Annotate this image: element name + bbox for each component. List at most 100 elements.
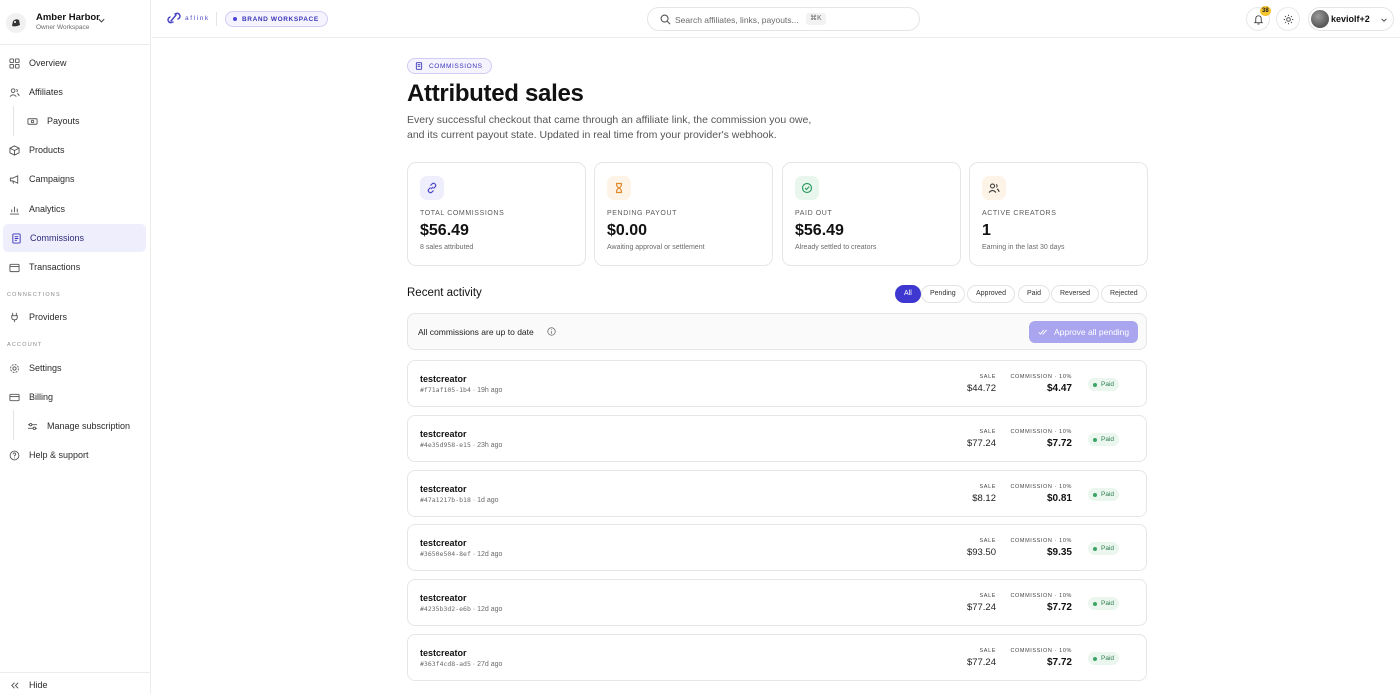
table-row[interactable]: testcreator #f71af105-1b4 · 19h ago SALE $4…	[407, 360, 1147, 407]
sale-value: $77.24	[966, 602, 996, 613]
sale-value: $8.12	[972, 493, 996, 504]
sidebar-item-manage-subscription[interactable]: Manage subscription	[0, 413, 151, 439]
section-title-recent-activity: Recent activity	[407, 287, 482, 299]
section-label-account: ACCOUNT	[7, 342, 43, 348]
stat-value: $56.49	[420, 222, 469, 239]
search-input[interactable]: Search affiliates, links, payouts... ⌘K	[647, 7, 920, 31]
sidebar-item-transactions[interactable]: Transactions	[0, 254, 151, 280]
creator-name: testcreator	[420, 429, 467, 439]
commission-label: COMMISSION · 10%	[1010, 538, 1072, 544]
user-menu[interactable]: keviolf+2	[1308, 7, 1394, 31]
user-name: keviolf+2	[1331, 14, 1370, 24]
theme-toggle-button[interactable]	[1276, 7, 1300, 31]
sidebar-item-providers[interactable]: Providers	[0, 304, 151, 330]
status-dot-icon	[1093, 492, 1097, 497]
stat-label: TOTAL COMMISSIONS	[420, 210, 505, 217]
row-time: 12d ago	[477, 606, 503, 613]
row-meta: #363f4cd8-ad5 · 27d ago	[420, 660, 502, 668]
receipt-icon	[415, 62, 423, 70]
page-tag: COMMISSIONS	[407, 58, 492, 74]
dot-icon	[233, 17, 237, 21]
row-meta: #4235b3d2-e6b · 12d ago	[420, 605, 502, 613]
filter-all[interactable]: All	[895, 285, 921, 303]
table-row[interactable]: testcreator #3650e504-8ef · 12d ago SALE $9…	[407, 524, 1147, 571]
stat-card-pending-payout: PENDING PAYOUT $0.00 Awaiting approval o…	[594, 162, 773, 266]
banknote-icon	[27, 118, 38, 125]
sidebar-item-label: Products	[29, 145, 65, 155]
creator-name: testcreator	[420, 538, 467, 548]
commission-label: COMMISSION · 10%	[1010, 374, 1072, 380]
status-label: Paid	[1101, 491, 1115, 498]
creator-name: testcreator	[420, 484, 467, 494]
sidebar-item-help[interactable]: Help & support	[0, 442, 151, 468]
logo-text: aflink	[185, 14, 210, 22]
sidebar-item-affiliates[interactable]: Affiliates	[0, 79, 151, 105]
table-row[interactable]: testcreator #363f4cd8-ad5 · 27d ago SALE $7…	[407, 634, 1147, 681]
avatar	[1311, 10, 1329, 28]
hourglass-icon	[607, 176, 631, 200]
filter-reversed[interactable]: Reversed	[1051, 285, 1099, 303]
sidebar: Amber Harbor Owner Workspace Overview Af…	[0, 0, 151, 694]
table-row[interactable]: testcreator #4235b3d2-e6b · 12d ago SALE $7…	[407, 579, 1147, 626]
workspace-switcher[interactable]: Amber Harbor Owner Workspace	[0, 0, 151, 45]
sidebar-item-products[interactable]: Products	[0, 137, 151, 163]
logo[interactable]: aflink	[167, 12, 210, 24]
sale-value: $93.50	[966, 547, 996, 558]
sidebar-item-analytics[interactable]: Analytics	[0, 196, 151, 222]
commission-value: $0.81	[1046, 493, 1072, 504]
status-label: Paid	[1101, 655, 1115, 662]
sidebar-item-overview[interactable]: Overview	[0, 50, 151, 76]
stat-sub: Earning in the last 30 days	[982, 244, 1065, 251]
order-id: #3650e504-8ef	[420, 550, 471, 558]
status-label: Paid	[1101, 600, 1115, 607]
workspace-name: Amber Harbor	[36, 12, 100, 23]
status-dot-icon	[1093, 382, 1097, 387]
filter-approved[interactable]: Approved	[967, 285, 1015, 303]
sidebar-item-label: Affiliates	[29, 87, 63, 97]
sale-label: SALE	[979, 484, 996, 490]
sidebar-item-label: Transactions	[29, 262, 81, 272]
sidebar-item-payouts[interactable]: Payouts	[0, 108, 151, 134]
status-banner: All commissions are up to date Approve a…	[407, 313, 1147, 350]
chevron-down-icon	[98, 18, 105, 23]
hide-sidebar-button[interactable]: Hide	[0, 672, 151, 694]
order-id: #4e35d958-e15	[420, 441, 471, 449]
filter-rejected[interactable]: Rejected	[1101, 285, 1147, 303]
stat-card-total-commissions: TOTAL COMMISSIONS $56.49 8 sales attribu…	[407, 162, 586, 266]
banner-text: All commissions are up to date	[418, 327, 534, 337]
filter-paid[interactable]: Paid	[1018, 285, 1051, 303]
approve-all-label: Approve all pending	[1054, 327, 1130, 337]
status-badge: Paid	[1088, 433, 1120, 446]
brand-workspace-pill[interactable]: BRAND WORKSPACE	[225, 11, 328, 27]
sale-label: SALE	[979, 429, 996, 435]
stat-label: PAID OUT	[795, 210, 833, 217]
sidebar-item-label: Commissions	[30, 233, 85, 243]
table-row[interactable]: testcreator #4e35d958-e15 · 23h ago SALE $7…	[407, 415, 1147, 462]
stat-sub: 8 sales attributed	[420, 244, 474, 251]
status-badge: Paid	[1088, 652, 1120, 665]
stat-sub: Awaiting approval or settlement	[607, 244, 705, 251]
sidebar-item-label: Providers	[29, 312, 68, 322]
sidebar-item-label: Overview	[29, 58, 67, 68]
filter-pending[interactable]: Pending	[921, 285, 965, 303]
sale-value: $77.24	[966, 438, 996, 449]
wallet-icon	[9, 263, 20, 273]
sale-label: SALE	[979, 538, 996, 544]
sidebar-item-campaigns[interactable]: Campaigns	[0, 166, 151, 192]
brand-workspace-label: BRAND WORKSPACE	[242, 15, 319, 23]
sidebar-item-label: Help & support	[29, 450, 89, 460]
approve-all-pending-button[interactable]: Approve all pending	[1029, 321, 1138, 343]
sidebar-item-label: Analytics	[29, 204, 66, 214]
creator-name: testcreator	[420, 648, 467, 658]
stat-card-paid-out: PAID OUT $56.49 Already settled to creat…	[782, 162, 961, 266]
status-badge: Paid	[1088, 597, 1120, 610]
table-row[interactable]: testcreator #47a1217b-b18 · 1d ago SALE $8.…	[407, 470, 1147, 517]
order-id: #47a1217b-b18	[420, 496, 471, 504]
sidebar-item-commissions[interactable]: Commissions	[3, 224, 146, 252]
info-icon[interactable]	[547, 327, 556, 336]
status-badge: Paid	[1088, 488, 1120, 501]
search-icon	[660, 14, 671, 25]
page-title: Attributed sales	[407, 80, 584, 107]
sidebar-item-billing[interactable]: Billing	[0, 384, 151, 410]
sidebar-item-settings[interactable]: Settings	[0, 355, 151, 381]
